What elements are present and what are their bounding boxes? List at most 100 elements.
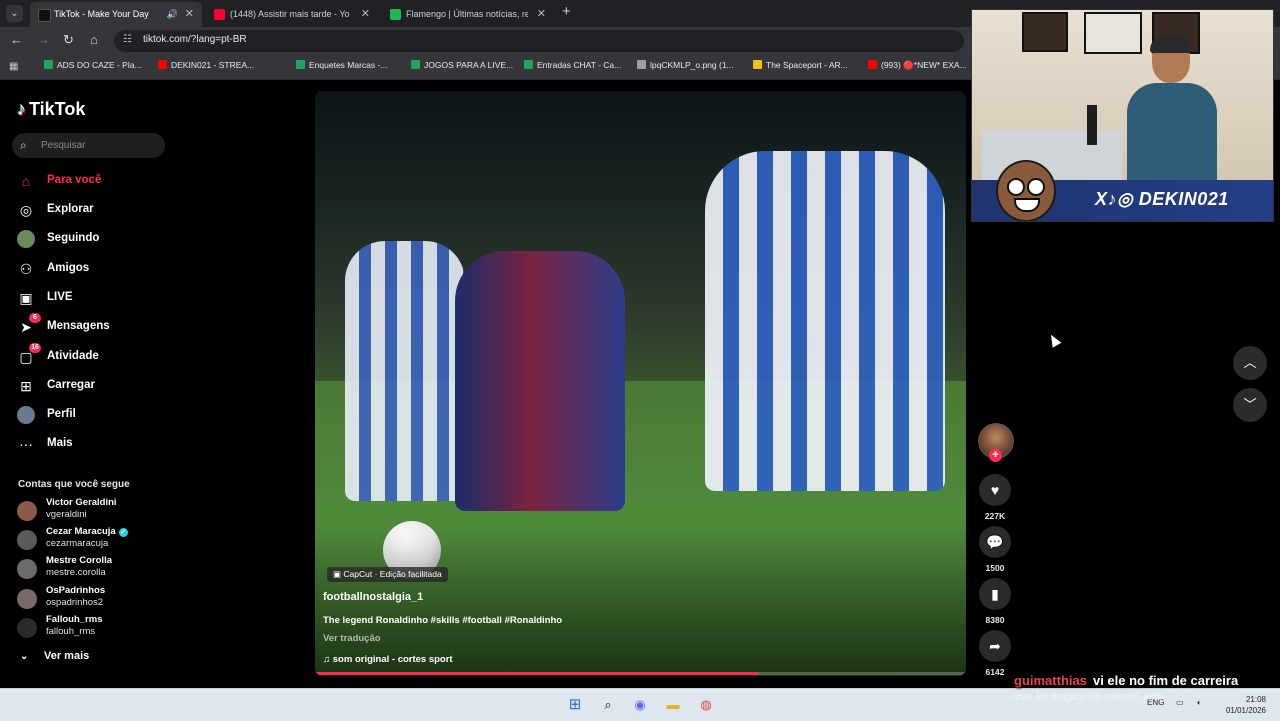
- close-tab-icon[interactable]: ✕: [361, 2, 370, 27]
- avatar: [17, 589, 37, 609]
- profile-icon: ●: [17, 406, 35, 424]
- network-icon[interactable]: ▭: [1176, 698, 1184, 707]
- account-name: Mestre Corolla: [46, 555, 112, 566]
- comment-count: 1500: [985, 563, 1005, 573]
- bookmark-item[interactable]: Entradas CHAT - Ca...: [524, 60, 621, 70]
- capcut-label: CapCut · Edição facilitada: [343, 569, 442, 579]
- new-tab-button[interactable]: +: [562, 3, 571, 20]
- following-account[interactable]: Mestre Corolla mestre.corolla: [17, 555, 167, 581]
- clock-date: 01/01/2026: [1225, 706, 1266, 715]
- video-player-figure: [455, 251, 625, 511]
- compass-icon: ◎: [19, 202, 33, 218]
- sidebar-item-mensagens[interactable]: ➤ Mensagens 6: [17, 313, 167, 338]
- volume-icon[interactable]: ◖: [1196, 698, 1201, 707]
- bookmark-item[interactable]: The Spaceport - AR...: [753, 60, 848, 70]
- url-text: tiktok.com/?lang=pt-BR: [143, 34, 247, 45]
- following-account[interactable]: Cezar Maracuja ✓ cezarmaracuja: [17, 526, 167, 552]
- stream-handle: X♪◎ DEKIN021: [1095, 189, 1229, 210]
- bookmark-item[interactable]: (993) 🔴*NEW* EXA...: [868, 60, 967, 71]
- avatar: [17, 559, 37, 579]
- close-tab-icon[interactable]: ✕: [537, 2, 546, 27]
- sidebar-item-label: Mensagens: [47, 320, 110, 332]
- logo-text: TikTok: [29, 99, 86, 119]
- bookmark-item[interactable]: JOGOS PARA A LIVE...: [411, 60, 513, 70]
- speaker-icon[interactable]: 🔊: [167, 2, 178, 27]
- sidebar-item-label: Amigos: [47, 262, 90, 274]
- previous-video-button[interactable]: ︿: [1233, 346, 1267, 380]
- webcam-overlay: X♪◎ DEKIN021: [971, 9, 1274, 222]
- reload-icon[interactable]: ↻: [63, 32, 74, 48]
- bookmark-item[interactable]: Enquetes Marcas -...: [296, 60, 387, 70]
- bookmark-item[interactable]: ADS DO CAZE - Pla...: [44, 60, 142, 70]
- account-handle: vgeraldini: [46, 509, 87, 520]
- discord-icon[interactable]: ◉: [632, 697, 648, 713]
- save-button[interactable]: ▮: [979, 578, 1011, 610]
- sidebar-item-perfil[interactable]: ● Perfil: [17, 404, 167, 426]
- tiktok-logo[interactable]: ♪ TikTok: [17, 99, 85, 120]
- video-sound[interactable]: ♫ som original - cortes sport: [323, 654, 453, 665]
- video-author[interactable]: footballnostalgia_1: [323, 591, 423, 603]
- sidebar-item-seguindo[interactable]: ● Seguindo: [17, 228, 167, 250]
- video-progress-bar[interactable]: [315, 672, 966, 675]
- see-more-button[interactable]: ⌄ Ver mais: [20, 650, 89, 662]
- streamer-name: DEKIN021: [1138, 189, 1229, 209]
- system-clock[interactable]: 21:08 01/01/2026: [1216, 694, 1266, 716]
- forward-icon[interactable]: →: [37, 32, 50, 47]
- tab-flamengo[interactable]: Flamengo | Últimas notícias, re ✕: [382, 2, 554, 27]
- sidebar-item-amigos[interactable]: ⚇ Amigos: [17, 258, 167, 280]
- home-icon[interactable]: ⌂: [90, 32, 98, 47]
- save-count: 8380: [985, 615, 1005, 625]
- follow-plus-icon[interactable]: +: [989, 449, 1002, 462]
- apps-grid-icon[interactable]: ▦: [9, 61, 18, 72]
- search-icon[interactable]: ⌕: [600, 697, 616, 713]
- comment-button[interactable]: 💬: [979, 526, 1011, 558]
- site-info-icon[interactable]: ☷: [123, 34, 132, 45]
- share-icon: ➦: [989, 638, 1001, 654]
- video-player[interactable]: ▣ CapCut · Edição facilitada footballnos…: [315, 91, 966, 676]
- streamer: [1122, 35, 1217, 180]
- account-name-text: Fallouh_rms: [46, 614, 103, 625]
- tab-tiktok[interactable]: TikTok - Make Your Day 🔊 ✕: [30, 2, 202, 27]
- back-icon[interactable]: ←: [10, 32, 23, 47]
- sidebar-item-carregar[interactable]: ⊞ Carregar: [17, 375, 167, 397]
- following-avatar-icon: ●: [17, 230, 35, 248]
- following-account[interactable]: Fallouh_rms fallouh_rms: [17, 614, 167, 640]
- capcut-tag[interactable]: ▣ CapCut · Edição facilitada: [327, 567, 448, 582]
- like-button[interactable]: ♥: [979, 474, 1011, 506]
- sidebar-item-label: Seguindo: [47, 232, 100, 244]
- windows-start-icon[interactable]: ⊞: [567, 697, 583, 713]
- chevron-up-icon: ︿: [1243, 355, 1257, 370]
- tab-youtube[interactable]: (1448) Assistir mais tarde - You ✕: [206, 2, 378, 27]
- account-name-text: Mestre Corolla: [46, 555, 112, 566]
- search-input[interactable]: ⌕ Pesquisar: [12, 133, 165, 158]
- translate-link[interactable]: Ver tradução: [323, 633, 381, 644]
- following-account[interactable]: OsPadrinhos ospadrinhos2: [17, 585, 167, 611]
- bookmark-item[interactable]: lpqCKMLP_o.png (1...: [637, 60, 734, 70]
- bookmark-item[interactable]: DEKIN021 - STREA...: [158, 60, 254, 70]
- bookmark-label: lpqCKMLP_o.png (1...: [650, 60, 734, 70]
- sidebar-item-label: Mais: [47, 437, 73, 449]
- tab-title: (1448) Assistir mais tarde - You: [230, 9, 350, 19]
- bookmark-label: Entradas CHAT - Ca...: [537, 60, 622, 70]
- verified-icon: ✓: [118, 528, 128, 537]
- file-explorer-icon[interactable]: ▬: [665, 697, 681, 713]
- chrome-icon[interactable]: ◍: [698, 697, 714, 713]
- following-account[interactable]: Victor Geraldini vgeraldini: [17, 497, 167, 523]
- account-name-text: Victor Geraldini: [46, 497, 117, 508]
- account-name-text: Cezar Maracuja: [46, 526, 116, 537]
- share-button[interactable]: ➦: [979, 630, 1011, 662]
- account-handle: mestre.corolla: [46, 567, 106, 578]
- upload-icon: ⊞: [20, 378, 32, 394]
- video-player-figure: [345, 241, 465, 501]
- heart-icon: ♥: [990, 482, 1000, 498]
- sidebar-item-para-voce[interactable]: ⌂ Para você: [17, 170, 167, 192]
- tab-search-button[interactable]: ⌄: [6, 5, 23, 22]
- sidebar-item-atividade[interactable]: ▢ Atividade 16: [17, 343, 167, 368]
- address-bar[interactable]: ☷ tiktok.com/?lang=pt-BR: [114, 30, 964, 52]
- next-video-button[interactable]: ﹀: [1233, 388, 1267, 422]
- cartoon-avatar: [996, 160, 1056, 221]
- close-tab-icon[interactable]: ✕: [185, 2, 194, 27]
- sidebar-item-mais[interactable]: ··· Mais: [17, 433, 167, 455]
- sidebar-item-live[interactable]: ▣ LIVE: [17, 287, 167, 309]
- sidebar-item-explorar[interactable]: ◎ Explorar: [17, 199, 167, 221]
